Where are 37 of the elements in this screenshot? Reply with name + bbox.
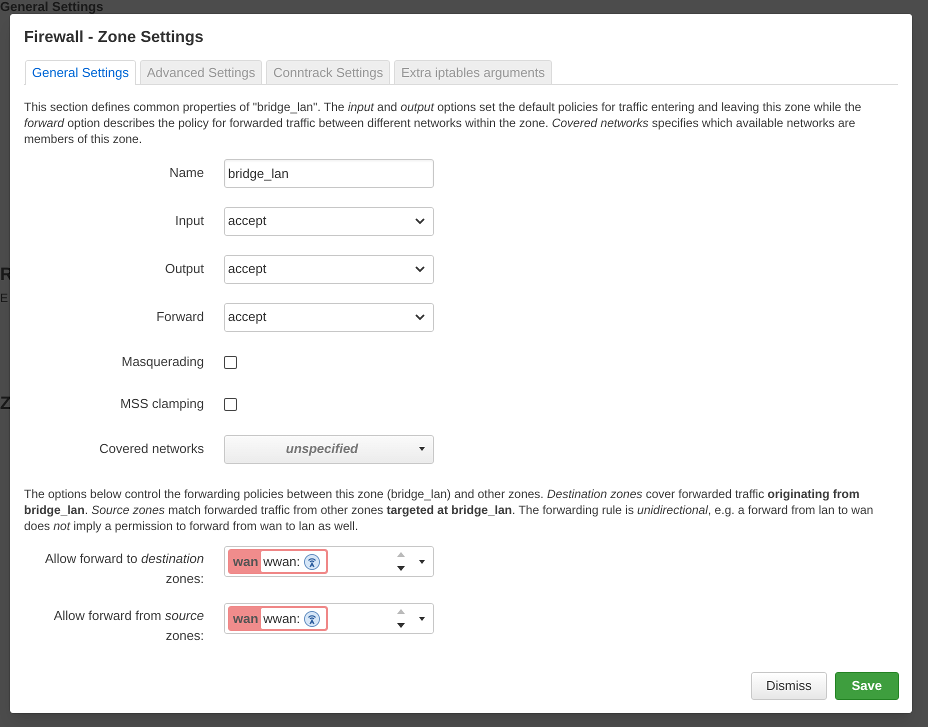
tab[interactable]: General Settings xyxy=(25,60,136,85)
zone-name: wan xyxy=(232,610,260,628)
spinner-arrows-icon xyxy=(397,608,405,630)
dialog-title: Firewall - Zone Settings xyxy=(24,28,205,48)
network-name: wwan: xyxy=(263,552,300,571)
zone-name: wan xyxy=(232,552,260,571)
field-label: Masquerading xyxy=(120,353,204,372)
checkbox[interactable] xyxy=(224,356,237,368)
name-input[interactable]: bridge_lan xyxy=(224,158,434,188)
network-dropdown[interactable]: unspecified xyxy=(224,434,434,464)
checkbox[interactable] xyxy=(224,398,237,410)
field-label: Allow forward from source zones: xyxy=(52,607,204,645)
zone-select[interactable]: wan wwan: xyxy=(224,546,434,577)
policy-select[interactable]: accept xyxy=(224,302,434,332)
chevron-down-icon xyxy=(415,314,425,320)
caret-icon xyxy=(419,616,425,620)
spinner-arrows-icon xyxy=(397,550,405,572)
intro-text: This section defines common properties of "bridge_lan". The input and output options set the default policies for traffic entering and leaving this zone while the forward option describes the policy for forwarded traffic between different networks within the zone. Covered networks specifies which available networks are members of this zone. xyxy=(24,99,862,147)
caret-icon xyxy=(419,560,425,564)
field-label: Output xyxy=(164,260,204,278)
field-label: Name xyxy=(168,164,204,182)
caret-icon xyxy=(419,447,425,451)
dismiss-button[interactable]: Dismiss xyxy=(751,672,827,700)
chevron-down-icon xyxy=(415,266,425,272)
zone-select[interactable]: wan wwan: xyxy=(224,603,434,634)
field-label: Forward xyxy=(155,308,204,326)
forwarding-note: The options below control the forwarding policies between this zone (bridge_lan) and other zones. Destination zones cover forwarded traffic originating from bridge_lan. Source zones match forwarded traffic from other zones targeted at bridge_lan. The forwarding rule is unidirectional, e.g. a forward from lan to wan does not imply a permission to forward from wan to lan as well. xyxy=(24,486,874,534)
policy-select[interactable]: accept xyxy=(224,206,434,236)
network-name: wwan: xyxy=(263,610,300,628)
field-label: Covered networks xyxy=(98,440,204,458)
chevron-down-icon xyxy=(415,218,425,224)
policy-select[interactable]: accept xyxy=(224,254,434,284)
field-label: Input xyxy=(174,212,204,230)
field-label: Allow forward to destination zones: xyxy=(44,550,204,588)
field-label: MSS clamping xyxy=(119,395,204,414)
antenna-icon xyxy=(304,610,320,626)
antenna-icon xyxy=(304,554,320,570)
